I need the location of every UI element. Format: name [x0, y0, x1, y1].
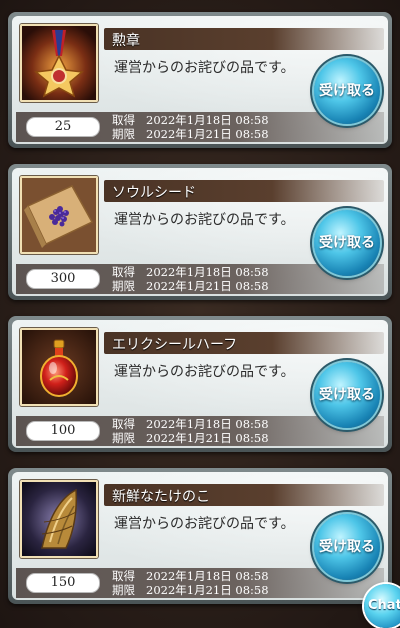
- acquired-date: 2022年1月18日 08:58: [146, 417, 269, 431]
- acquired-date: 2022年1月18日 08:58: [146, 265, 269, 279]
- elixir-half-icon: [20, 328, 98, 406]
- item-title-bar: 勲章: [104, 28, 384, 50]
- item-quantity: 300: [26, 269, 100, 289]
- acquired-date: 2022年1月18日 08:58: [146, 113, 269, 127]
- item-message: 運営からのお詫びの品です。: [114, 60, 295, 76]
- expiry-date: 2022年1月21日 08:58: [146, 127, 269, 141]
- expiry-label: 期限: [112, 583, 135, 597]
- acquired-label: 取得: [112, 265, 135, 279]
- item-title: 新鮮なたけのこ: [112, 489, 210, 505]
- gift-list: 勲章 運営からのお詫びの品です。 25 取得 2022年1月18日 08:58 期…: [0, 0, 400, 624]
- item-dates: 取得 2022年1月18日 08:58 期限 2022年1月21日 08:58: [112, 265, 269, 293]
- gift-card-body: 新鮮なたけのこ 運営からのお詫びの品です。 150 取得 2022年1月18日 0…: [12, 472, 388, 600]
- gift-card: 勲章 運営からのお詫びの品です。 25 取得 2022年1月18日 08:58 期…: [8, 12, 392, 148]
- gift-card-body: エリクシールハーフ 運営からのお詫びの品です。 100 取得 2022年1月18日…: [12, 320, 388, 448]
- expiry-label: 期限: [112, 431, 135, 445]
- claim-button[interactable]: 受け取る: [314, 362, 380, 428]
- item-quantity: 150: [26, 573, 100, 593]
- expiry-date: 2022年1月21日 08:58: [146, 279, 269, 293]
- gift-card: ソウルシード 運営からのお詫びの品です。 300 取得 2022年1月18日 08…: [8, 164, 392, 300]
- item-dates: 取得 2022年1月18日 08:58 期限 2022年1月21日 08:58: [112, 569, 269, 597]
- medal-icon: [20, 24, 98, 102]
- expiry-label: 期限: [112, 127, 135, 141]
- item-title: エリクシールハーフ: [112, 337, 238, 353]
- item-message: 運営からのお詫びの品です。: [114, 364, 295, 380]
- acquired-label: 取得: [112, 113, 135, 127]
- gift-card-body: 勲章 運営からのお詫びの品です。 25 取得 2022年1月18日 08:58 期…: [12, 16, 388, 144]
- acquired-label: 取得: [112, 569, 135, 583]
- expiry-date: 2022年1月21日 08:58: [146, 583, 269, 597]
- claim-button[interactable]: 受け取る: [314, 210, 380, 276]
- item-quantity: 25: [26, 117, 100, 137]
- expiry-label: 期限: [112, 279, 135, 293]
- item-title-bar: ソウルシード: [104, 180, 384, 202]
- item-title: 勲章: [112, 33, 140, 49]
- bamboo-shoot-icon: [20, 480, 98, 558]
- item-title-bar: 新鮮なたけのこ: [104, 484, 384, 506]
- item-message: 運営からのお詫びの品です。: [114, 516, 295, 532]
- acquired-label: 取得: [112, 417, 135, 431]
- gift-card: エリクシールハーフ 運営からのお詫びの品です。 100 取得 2022年1月18日…: [8, 316, 392, 452]
- gift-card-body: ソウルシード 運営からのお詫びの品です。 300 取得 2022年1月18日 08…: [12, 168, 388, 296]
- acquired-date: 2022年1月18日 08:58: [146, 569, 269, 583]
- item-quantity: 100: [26, 421, 100, 441]
- claim-button[interactable]: 受け取る: [314, 58, 380, 124]
- item-dates: 取得 2022年1月18日 08:58 期限 2022年1月21日 08:58: [112, 417, 269, 445]
- item-dates: 取得 2022年1月18日 08:58 期限 2022年1月21日 08:58: [112, 113, 269, 141]
- item-title-bar: エリクシールハーフ: [104, 332, 384, 354]
- claim-button[interactable]: 受け取る: [314, 514, 380, 580]
- chat-button[interactable]: Chat: [364, 584, 400, 628]
- item-title: ソウルシード: [112, 185, 196, 201]
- expiry-date: 2022年1月21日 08:58: [146, 431, 269, 445]
- gift-card: 新鮮なたけのこ 運営からのお詫びの品です。 150 取得 2022年1月18日 0…: [8, 468, 392, 604]
- item-message: 運営からのお詫びの品です。: [114, 212, 295, 228]
- soul-seed-icon: [20, 176, 98, 254]
